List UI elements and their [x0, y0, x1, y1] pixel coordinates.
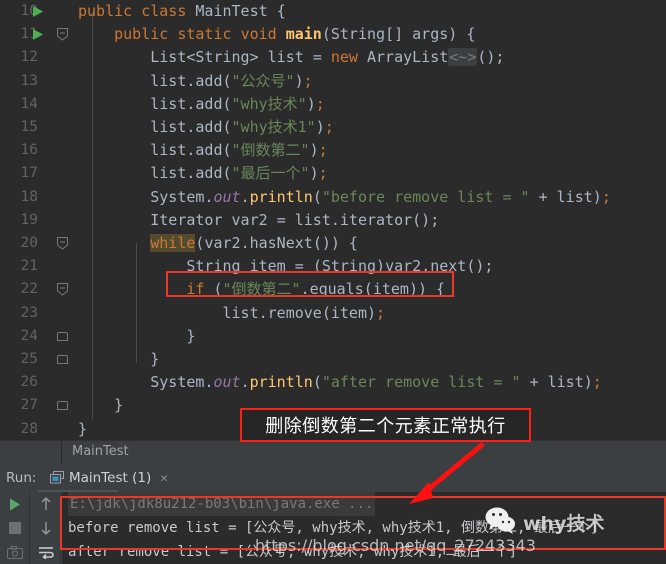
run-tool-window: Run: MainTest (1) ✕ E:\jdk\jdk8u212-b03\…: [0, 464, 666, 564]
code-text: list.add("公众号");: [150, 71, 313, 90]
code-text: list.remove(item);: [222, 303, 386, 322]
console-line: after remove list = [公众号, why技术, why技术1,…: [68, 544, 518, 560]
run-toolbar-primary: [0, 492, 30, 564]
code-text: while(var2.hasNext()) {: [150, 234, 358, 252]
code-line[interactable]: 22 if ("倒数第二".equals(item)) {: [0, 278, 666, 301]
code-line[interactable]: 24 }: [0, 325, 666, 348]
code-line[interactable]: 17 list.add("最后一个");: [0, 162, 666, 185]
code-line[interactable]: 14 list.add("why技术");: [0, 93, 666, 116]
code-line[interactable]: 12 List<String> list = new ArrayList<~>(…: [0, 46, 666, 69]
console-output[interactable]: E:\jdk\jdk8u212-b03\bin\java.exe ... bef…: [62, 492, 666, 564]
run-tab[interactable]: MainTest (1) ✕: [50, 466, 168, 490]
line-number: 16: [20, 142, 38, 159]
fold-collapse-icon[interactable]: [54, 278, 70, 301]
run-window-label: Run:: [6, 470, 37, 486]
line-number: 18: [20, 188, 38, 205]
run-tab-title[interactable]: MainTest (1): [69, 470, 151, 486]
highlighted-keyword: while: [150, 234, 196, 252]
code-text: list.add("why技术");: [150, 94, 325, 113]
down-arrow-button[interactable]: [31, 516, 61, 540]
line-number: 28: [20, 420, 38, 437]
rerun-button[interactable]: [0, 492, 30, 516]
code-line[interactable]: 15 list.add("why技术1");: [0, 116, 666, 139]
code-text: System.out.println("after remove list = …: [150, 373, 602, 392]
code-line[interactable]: 26 System.out.println("after remove list…: [0, 371, 666, 394]
run-toolbar-secondary: [31, 492, 61, 564]
code-text: System.out.println("before remove list =…: [150, 187, 611, 206]
fold-collapse-icon[interactable]: [54, 23, 70, 46]
line-number: 15: [20, 119, 38, 135]
code-text: String item = (String)var2.next();: [186, 257, 494, 276]
screenshot-button[interactable]: [0, 540, 30, 564]
line-number: 19: [20, 211, 38, 228]
code-text: public static void main(String[] args) {: [114, 25, 476, 44]
code-line[interactable]: 21 String item = (String)var2.next();: [0, 255, 666, 278]
run-gutter-icon[interactable]: [28, 23, 48, 46]
code-line[interactable]: 23 list.remove(item);: [0, 302, 666, 325]
console-command-text: E:\jdk\jdk8u212-b03\bin\java.exe ...: [68, 492, 376, 516]
code-text: public class MainTest {: [78, 2, 286, 20]
code-text: list.add("why技术1");: [150, 118, 334, 136]
line-number: 25: [20, 351, 38, 367]
fold-collapse-icon[interactable]: [54, 232, 70, 255]
line-number: 14: [20, 95, 38, 112]
code-text: }: [186, 326, 196, 345]
inlay-hint: <~>: [448, 48, 478, 67]
line-number: 20: [20, 235, 38, 251]
code-line[interactable]: 10 public class MainTest {: [0, 0, 666, 23]
soft-wrap-button[interactable]: [31, 540, 61, 564]
ide-window: 10 public class MainTest { 11 public sta…: [0, 0, 666, 564]
line-number: 24: [20, 327, 38, 344]
code-text: list.add("倒数第二");: [150, 141, 328, 160]
annotation-callout: 删除倒数第二个元素正常执行: [240, 408, 531, 442]
stop-button[interactable]: [0, 516, 30, 540]
line-number: 23: [20, 304, 38, 321]
code-text: }: [150, 350, 160, 368]
code-line[interactable]: 11 public static void main(String[] args…: [0, 23, 666, 46]
run-configuration-icon: [50, 469, 64, 488]
breadcrumb-bar: MainTest: [0, 440, 666, 465]
code-line[interactable]: 19 Iterator var2 = list.iterator();: [0, 209, 666, 232]
line-number: 27: [20, 397, 38, 414]
console-line: before remove list = [公众号, why技术, why技术1…: [68, 520, 599, 536]
fold-end-icon[interactable]: [54, 325, 70, 348]
line-number: 17: [20, 165, 38, 182]
up-arrow-button[interactable]: [31, 492, 61, 516]
code-text: if ("倒数第二".equals(item)) {: [186, 280, 446, 299]
code-text: List<String> list = new ArrayList<~>();: [150, 48, 505, 67]
console-command-line: E:\jdk\jdk8u212-b03\bin\java.exe ...: [62, 492, 666, 516]
code-text: list.add("最后一个");: [150, 164, 328, 183]
fold-end-icon[interactable]: [54, 394, 70, 417]
line-number: 13: [20, 72, 38, 89]
line-number: 26: [20, 374, 38, 391]
breadcrumb-class-label[interactable]: MainTest: [72, 444, 129, 459]
code-line[interactable]: 18 System.out.println("before remove lis…: [0, 186, 666, 209]
annotation-callout-text: 删除倒数第二个元素正常执行: [265, 416, 506, 437]
code-line[interactable]: 20 while(var2.hasNext()) {: [0, 232, 666, 255]
code-text: }: [114, 396, 124, 415]
fold-end-icon[interactable]: [54, 348, 70, 371]
code-line[interactable]: 25 }: [0, 348, 666, 371]
code-text: }: [78, 419, 88, 438]
code-editor[interactable]: 10 public class MainTest { 11 public sta…: [0, 0, 666, 440]
annotation-arrow: [409, 442, 485, 504]
line-number: 12: [20, 49, 38, 66]
code-text: Iterator var2 = list.iterator();: [150, 210, 440, 229]
code-line[interactable]: 13 list.add("公众号");: [0, 70, 666, 93]
run-gutter-icon[interactable]: [28, 0, 48, 23]
line-number: 22: [20, 281, 38, 298]
line-number: 21: [20, 258, 38, 275]
code-line[interactable]: 16 list.add("倒数第二");: [0, 139, 666, 162]
breadcrumb-left-pane: [0, 441, 62, 465]
close-icon[interactable]: ✕: [160, 471, 168, 486]
